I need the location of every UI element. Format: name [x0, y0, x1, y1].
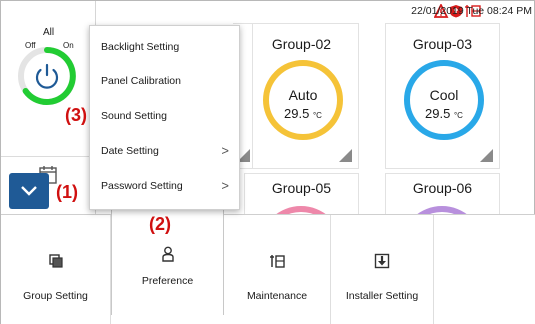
- menu-item-label: Date Setting: [101, 145, 159, 157]
- group-card-05[interactable]: Group-05: [244, 173, 359, 218]
- tab-label: Maintenance: [246, 290, 308, 302]
- menu-item-label: Sound Setting: [101, 110, 167, 122]
- tab-label: Group Setting: [23, 290, 88, 302]
- group-mode: Auto: [288, 87, 318, 103]
- group-temp: 29.5 °C: [269, 106, 337, 121]
- menu-item-panel-calibration[interactable]: Panel Calibration: [90, 64, 239, 98]
- chevron-right-icon: >: [221, 178, 229, 193]
- group-name: Group-03: [412, 36, 473, 52]
- status-bar: 22/01/2019 Tue 08:24 PM: [96, 1, 535, 21]
- group-card-02[interactable]: Group-02 Auto 29.5 °C: [244, 23, 359, 169]
- tab-installer-setting[interactable]: Installer Setting: [331, 215, 434, 324]
- menu-item-password-setting[interactable]: Password Setting >: [90, 169, 239, 203]
- group-status-ring: Auto 29.5 °C: [263, 60, 343, 140]
- group-temp-unit: °C: [312, 111, 322, 120]
- chevron-right-icon: >: [221, 143, 229, 158]
- menu-item-sound-setting[interactable]: Sound Setting: [90, 99, 239, 133]
- menu-item-label: Panel Calibration: [101, 75, 181, 87]
- annotation-2: (2): [149, 214, 171, 234]
- menu-item-date-setting[interactable]: Date Setting >: [90, 134, 239, 168]
- download-box-icon: [374, 253, 390, 269]
- user-icon: [161, 246, 174, 262]
- card-corner-icon[interactable]: [339, 149, 352, 162]
- group-card-06[interactable]: Group-06: [385, 173, 500, 218]
- tab-label: Installer Setting: [345, 290, 419, 302]
- tab-group-setting[interactable]: Group Setting: [1, 215, 111, 324]
- annotation-3: (3): [65, 105, 87, 125]
- all-label: All: [42, 27, 55, 38]
- card-corner-icon[interactable]: [480, 149, 493, 162]
- group-name: Group-05: [271, 180, 332, 196]
- group-temp: 29.5 °C: [410, 106, 478, 121]
- maintenance-icon: [270, 255, 285, 268]
- menu-item-label: Password Setting: [101, 180, 183, 192]
- group-status-ring: Cool 29.5 °C: [404, 60, 484, 140]
- group-name: Group-06: [412, 180, 473, 196]
- group-temp-unit: °C: [453, 111, 463, 120]
- group-mode: Cool: [429, 87, 459, 103]
- group-temp-value: 29.5: [284, 106, 310, 121]
- preference-popup-menu: Backlight Setting Panel Calibration Soun…: [89, 25, 240, 210]
- bottom-navigation: Group Setting Preference Maintenance Ins…: [1, 209, 535, 324]
- group-icon: [48, 254, 63, 268]
- group-temp-value: 29.5: [425, 106, 451, 121]
- expand-menu-button[interactable]: [9, 173, 49, 209]
- menu-item-label: Backlight Setting: [101, 41, 180, 53]
- status-datetime: 22/01/2019 Tue 08:24 PM: [411, 5, 532, 17]
- group-name: Group-02: [271, 36, 332, 52]
- group-card-03[interactable]: Group-03 Cool 29.5 °C: [385, 23, 500, 169]
- tab-maintenance[interactable]: Maintenance: [224, 215, 331, 324]
- left-divider: [1, 156, 96, 157]
- menu-item-backlight-setting[interactable]: Backlight Setting: [90, 30, 239, 64]
- annotation-1: (1): [56, 182, 78, 202]
- chevron-down-icon: [21, 186, 37, 196]
- app-frame: 22/01/2019 Tue 08:24 PM All Off On Group…: [0, 0, 535, 324]
- tab-label: Preference: [141, 275, 194, 287]
- power-toggle-button[interactable]: [17, 46, 77, 106]
